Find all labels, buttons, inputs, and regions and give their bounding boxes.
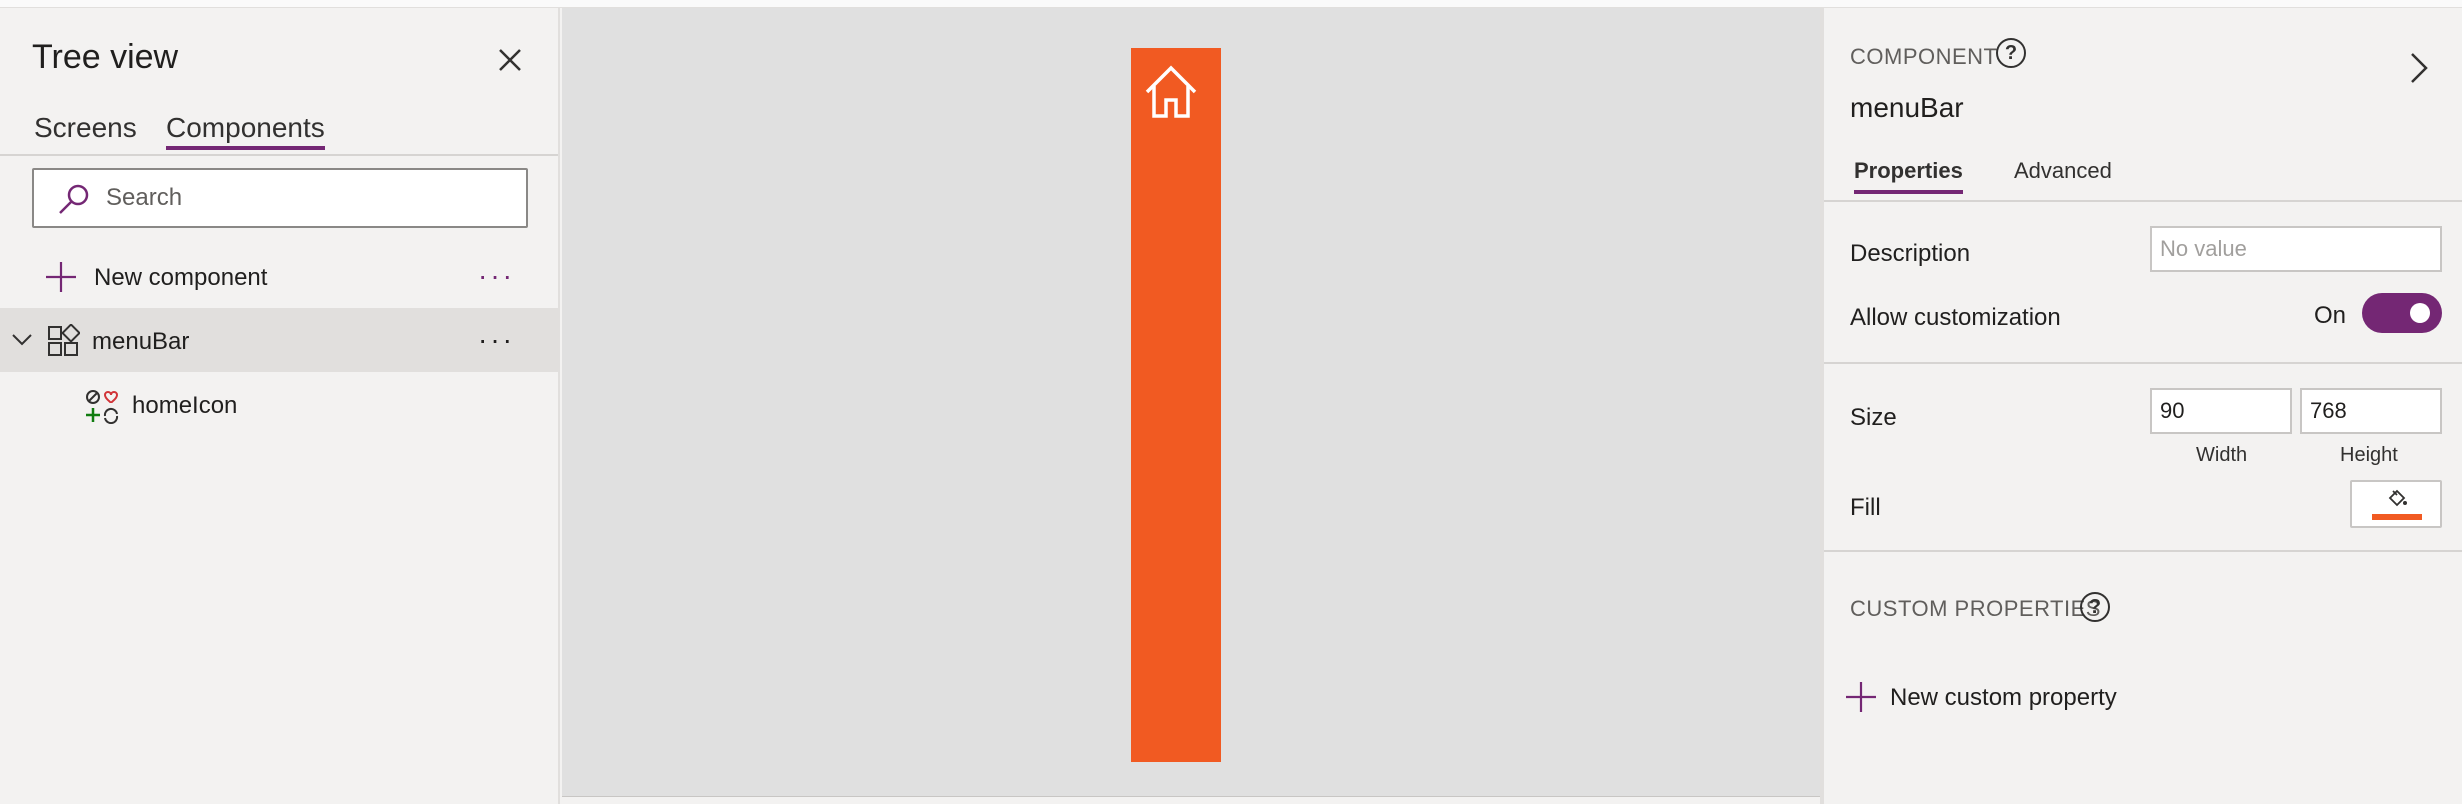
- size-label: Size: [1850, 404, 1897, 431]
- plus-icon: [46, 262, 76, 292]
- properties-panel: COMPONENT ? menuBar Properties Advanced …: [1820, 8, 2462, 804]
- fill-label: Fill: [1850, 494, 1881, 521]
- tab-components[interactable]: Components: [166, 112, 325, 150]
- top-divider: [0, 0, 2462, 8]
- component-header: COMPONENT: [1850, 44, 1998, 69]
- close-icon[interactable]: [492, 42, 528, 78]
- tree-view-title: Tree view: [32, 38, 179, 76]
- tree-item-homeicon[interactable]: homeIcon: [0, 372, 558, 436]
- new-custom-property-button[interactable]: New custom property: [1844, 678, 2164, 718]
- new-component-label: New component: [94, 264, 268, 291]
- paint-bucket-icon: [2388, 489, 2407, 507]
- width-caption: Width: [2196, 444, 2248, 466]
- toggle-state-label: On: [2314, 302, 2347, 329]
- fill-color-swatch: [2372, 514, 2422, 520]
- section-divider: [1824, 550, 2462, 552]
- home-icon[interactable]: [1141, 62, 1201, 122]
- component-icon: [48, 324, 80, 356]
- fill-color-picker[interactable]: [2350, 480, 2442, 528]
- plus-icon: [1846, 682, 1876, 712]
- new-custom-property-label: New custom property: [1890, 684, 2117, 711]
- description-label: Description: [1850, 240, 1971, 267]
- new-component-row[interactable]: New component ···: [0, 244, 558, 308]
- search-box[interactable]: [32, 168, 528, 228]
- tab-advanced[interactable]: Advanced: [2014, 158, 2112, 192]
- icons-control-icon: [86, 390, 119, 424]
- help-icon[interactable]: ?: [1996, 38, 2026, 68]
- custom-properties-header: CUSTOM PROPERTIES: [1850, 596, 2101, 621]
- height-field[interactable]: [2300, 388, 2442, 434]
- component-name: menuBar: [1850, 92, 1964, 123]
- tree-item-menubar[interactable]: menuBar ···: [0, 308, 558, 372]
- tree-view-panel: Tree view Screens Components New compone…: [0, 8, 560, 804]
- help-icon[interactable]: ?: [2080, 592, 2110, 622]
- more-options-icon[interactable]: ···: [478, 324, 515, 356]
- tree-tabs: Screens Components: [0, 106, 558, 156]
- width-field[interactable]: [2150, 388, 2292, 434]
- menubar-component[interactable]: [1131, 48, 1221, 762]
- allow-customization-label: Allow customization: [1850, 304, 2061, 331]
- chevron-down-icon[interactable]: [10, 330, 34, 350]
- tab-screens[interactable]: Screens: [34, 112, 137, 150]
- canvas-footer: [562, 796, 1820, 804]
- height-caption: Height: [2340, 444, 2398, 466]
- tab-properties[interactable]: Properties: [1854, 158, 1963, 194]
- more-options-icon[interactable]: ···: [478, 260, 515, 292]
- tree-item-label: menuBar: [92, 328, 190, 355]
- allow-customization-toggle[interactable]: [2362, 293, 2442, 333]
- search-input[interactable]: [106, 180, 506, 216]
- description-field[interactable]: [2150, 226, 2442, 272]
- chevron-right-icon[interactable]: [2404, 50, 2434, 91]
- tree-item-label: homeIcon: [132, 392, 238, 419]
- section-divider: [1824, 362, 2462, 364]
- search-icon: [59, 184, 89, 214]
- toggle-knob: [2410, 303, 2430, 323]
- properties-tabs: Properties Advanced: [1824, 148, 2462, 202]
